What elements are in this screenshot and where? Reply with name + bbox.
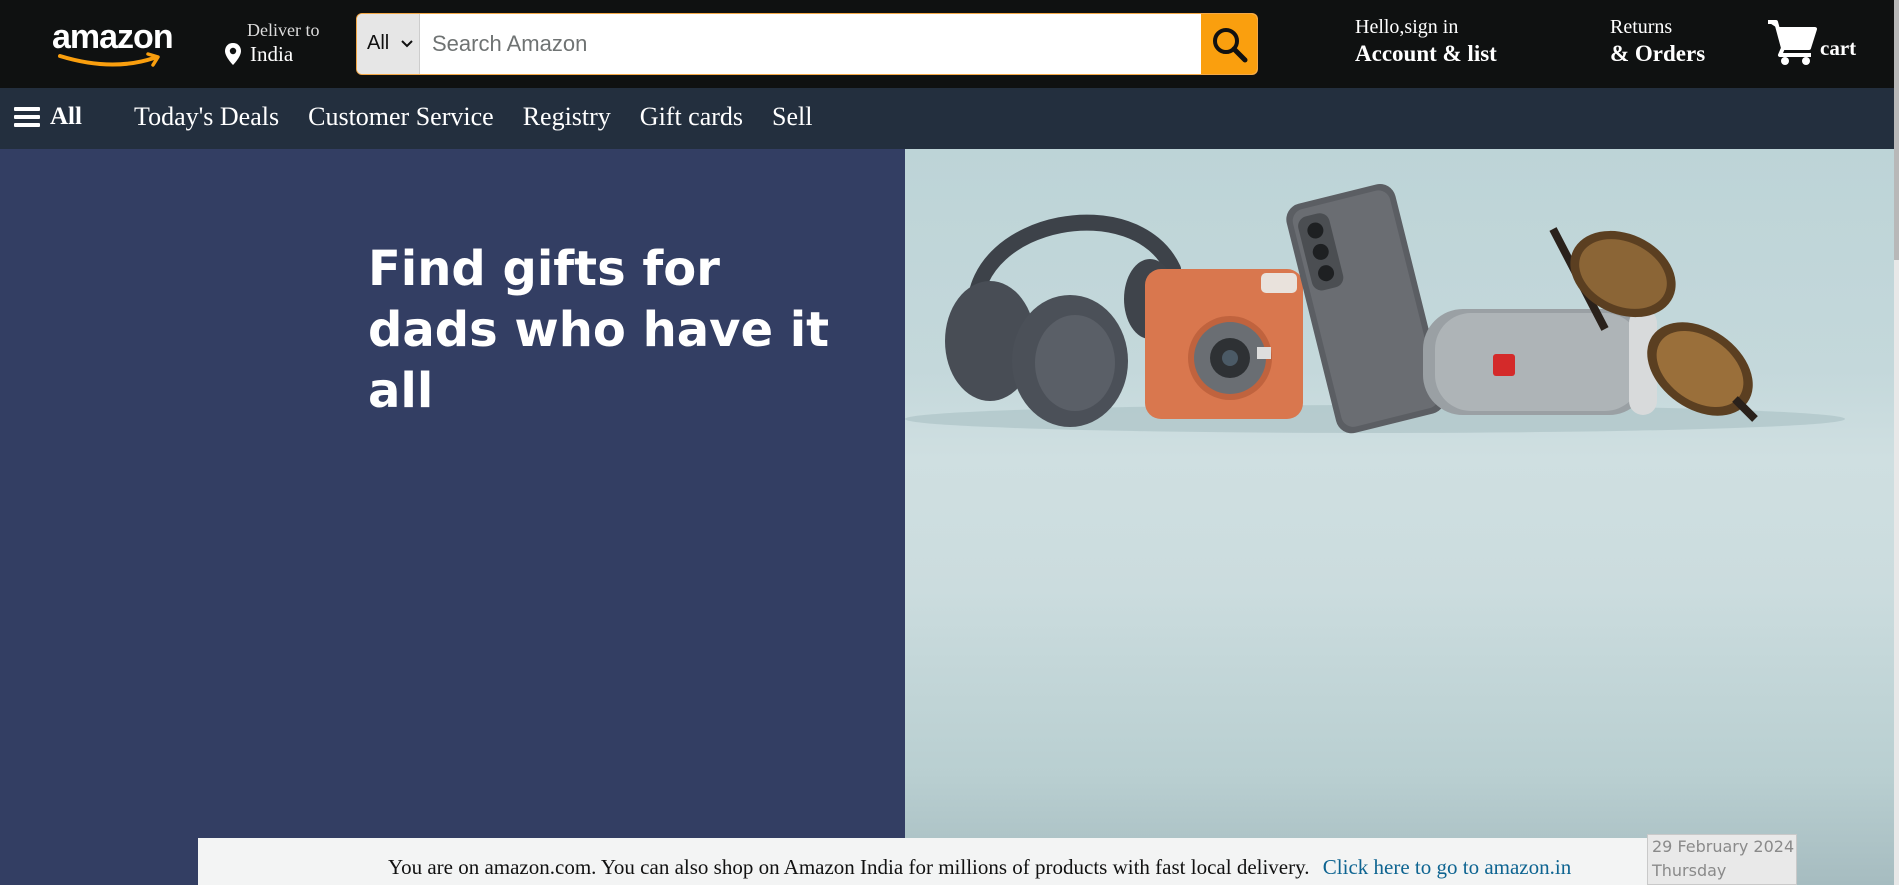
deliver-label: Deliver to: [247, 20, 320, 40]
smartphone-image: [1286, 183, 1446, 434]
search-input[interactable]: [420, 14, 1174, 74]
nav-link-todays-deals[interactable]: Today's Deals: [134, 102, 279, 132]
returns-label: Returns: [1610, 16, 1673, 38]
top-header: amazon Deliver to India All Hello: [0, 0, 1899, 88]
account-menu[interactable]: Hello,sign in Account & list: [1355, 16, 1497, 67]
nav-link-gift-cards[interactable]: Gift cards: [640, 102, 743, 132]
cart-button[interactable]: cart: [1766, 18, 1866, 70]
hero-title-line-1: Find gifts for: [368, 241, 720, 297]
search-icon: [1213, 28, 1248, 63]
deliver-location: India: [250, 42, 294, 66]
nav-bar: All Today's Deals Customer Service Regis…: [0, 88, 1899, 149]
page-scrollbar[interactable]: [1894, 0, 1899, 885]
logo-smile-icon: [58, 52, 160, 67]
cart-label: cart: [1820, 36, 1857, 60]
hamburger-icon: [14, 107, 40, 127]
locale-notice-message: You are on amazon.com. You can also shop…: [388, 855, 1310, 879]
speaker-image: [1423, 309, 1657, 415]
all-menu-label: All: [50, 103, 82, 130]
locale-notice: You are on amazon.com. You can also shop…: [388, 855, 1571, 880]
products-illustration: [905, 183, 1845, 434]
instant-camera-image: [1145, 269, 1303, 419]
date-widget-day: Thursday: [1652, 861, 1727, 880]
hero-title: Find gifts for dads who have it all: [368, 239, 888, 422]
search-category-label: All: [367, 32, 390, 54]
hero-banner-left[interactable]: Find gifts for dads who have it all: [0, 149, 905, 885]
nav-link-sell[interactable]: Sell: [772, 102, 812, 132]
search-category-select[interactable]: All: [357, 14, 420, 74]
nav-link-customer-service[interactable]: Customer Service: [308, 102, 494, 132]
search-button[interactable]: [1201, 14, 1257, 74]
scrollbar-thumb[interactable]: [1894, 0, 1899, 260]
location-pin-icon: [225, 43, 241, 65]
locale-notice-link[interactable]: Click here to go to amazon.in: [1323, 855, 1571, 879]
search-bar: All: [357, 14, 1257, 74]
orders-label: & Orders: [1610, 41, 1706, 66]
chevron-down-icon: [401, 40, 413, 48]
date-widget-date: 29 February 2024: [1652, 837, 1795, 856]
hero-banner-image[interactable]: [905, 149, 1894, 885]
cart-icon: [1768, 20, 1817, 65]
returns-orders[interactable]: Returns & Orders: [1610, 16, 1705, 67]
date-widget: 29 February 2024 Thursday: [1647, 834, 1797, 885]
headphones-image: [945, 214, 1181, 427]
amazon-logo[interactable]: amazon: [52, 18, 182, 70]
locale-notice-bar: You are on amazon.com. You can also shop…: [198, 838, 1698, 885]
account-label: Account & list: [1355, 41, 1497, 66]
hero-title-line-2: dads who have it all: [368, 302, 830, 419]
nav-link-registry[interactable]: Registry: [523, 102, 611, 132]
account-greeting: Hello,sign in: [1355, 16, 1459, 38]
nav-links: Today's Deals Customer Service Registry …: [134, 102, 813, 132]
